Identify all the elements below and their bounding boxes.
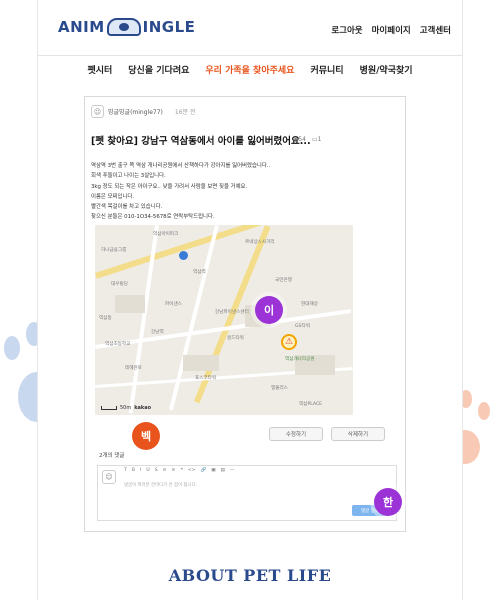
map-label: 골드타워 [227, 336, 244, 341]
map-label: 파이낸스 [165, 302, 182, 307]
map-label: 강남역 [151, 330, 164, 335]
table-icon[interactable]: ▤ [221, 468, 225, 473]
underline-icon[interactable]: U [146, 468, 149, 473]
nav-item-petsitter[interactable]: 펫시터 [87, 63, 112, 76]
post-body-line: 빨간색 목걸이를 차고 있습니다. [91, 204, 163, 211]
delete-button[interactable]: 삭제하기 [331, 427, 385, 441]
main-nav: 펫시터 당신을 기다려요 우리 가족을 찾아주세요 커뮤니티 병원/약국찾기 [37, 56, 463, 82]
italic-icon[interactable]: I [140, 468, 141, 473]
post-body-line: 역삼역 3번 출구 쪽 역삼 개나리공원에서 산책하다가 강아지를 잃어버렸습니… [91, 163, 271, 169]
scale-bar [101, 406, 117, 410]
logout-link[interactable]: 로그아웃 [331, 24, 362, 36]
comments-count: ▭1 [312, 136, 322, 143]
comment-editor[interactable]: ☺ T B I U S ≡ ≡ ❝ <> 🔗 ▣ ▤ — 댓글이 여러분 한마디… [97, 465, 397, 521]
map-block [115, 295, 145, 313]
post-body-line: 찾으신 분들은 010-1O34-5678로 연락부탁드립니다. [91, 214, 215, 221]
map-label: 대우빌딩 [111, 282, 128, 287]
mypage-link[interactable]: 마이페이지 [372, 24, 411, 36]
map-label: GS타워 [295, 324, 310, 329]
post-body-line: 회색 푸들이고 나이는 3살입니다. [91, 173, 166, 180]
post-stats: ◉54 ▭1 [293, 136, 321, 143]
author-avatar[interactable]: ☺ [91, 105, 104, 118]
bullet-list-icon[interactable]: ≡ [163, 468, 167, 473]
map-label: 역삼역 [193, 270, 206, 275]
bold-icon[interactable]: B [132, 468, 135, 473]
map-scale: 50m kakao [101, 405, 151, 411]
edit-button[interactable]: 수정하기 [269, 427, 323, 441]
map-label: 강남파이낸스센터 [215, 310, 249, 315]
quote-icon[interactable]: ❝ [180, 468, 182, 473]
map-provider: kakao [134, 405, 152, 411]
map-block [183, 355, 219, 371]
map-label: 엠플러스 [271, 386, 288, 391]
map-label: 역삼PLACE [299, 402, 323, 407]
post-time: 16분 전 [174, 109, 196, 116]
user-bubble-avatar[interactable]: 벡 [132, 422, 160, 450]
map-label: 현대해상 [301, 302, 318, 307]
map-label: 테헤란로 [125, 366, 142, 371]
strikethrough-icon[interactable]: S [155, 468, 158, 473]
map-label: 역삼아이파크 [153, 232, 179, 237]
numbered-list-icon[interactable]: ≡ [171, 468, 175, 473]
link-icon[interactable]: 🔗 [201, 468, 207, 473]
author-name[interactable]: 밍글밍글(mingle77) [108, 107, 163, 116]
site-logo[interactable]: ANIM INGLE [58, 18, 195, 36]
image-icon[interactable]: ▣ [211, 468, 215, 473]
nav-item-community[interactable]: 커뮤니티 [310, 63, 343, 76]
post-body: 역삼역 3번 출구 쪽 역삼 개나리공원에서 산책하다가 강아지를 잃어버렸습니… [91, 161, 270, 223]
site-header: ANIM INGLE 로그아웃 마이페이지 고객센터 [37, 0, 463, 56]
views-value: 54 [298, 136, 306, 143]
post-body-line: 이름은 모찌입니다. [91, 193, 135, 200]
post-body-line: 3kg 정도 되는 작은 아이구요.. 낯을 가려서 사람을 보면 짖을 거예요… [91, 183, 248, 190]
footer-title: ABOUT PET LIFE [168, 566, 332, 585]
nav-item-adoption[interactable]: 당신을 기다려요 [128, 63, 189, 76]
warning-pin-icon[interactable]: ⚠ [281, 334, 297, 350]
dog-logo-icon [106, 18, 141, 36]
location-map[interactable]: 역삼아이파크 르네상스사거리 하나금융그룹 대우빌딩 역삼역 강남파이낸스센터 … [95, 225, 353, 415]
comment-count: 2개의 댓글 [99, 453, 125, 459]
map-label: 역삼초등학교 [105, 342, 131, 347]
map-label: 국민은행 [275, 278, 292, 283]
post-card: ☺ 밍글밍글(mingle77) 16분 전 [펫 찾아요] 강남구 역삼동에서… [84, 96, 406, 532]
code-icon[interactable]: <> [188, 468, 196, 473]
support-link[interactable]: 고객센터 [420, 24, 451, 36]
text-style-icon[interactable]: T [124, 468, 127, 473]
map-road [128, 225, 159, 414]
comments-value: 1 [317, 136, 322, 143]
views-count: ◉54 [293, 136, 306, 143]
post-title: [펫 찾아요] 강남구 역삼동에서 아이를 잃어버렸어요... [91, 136, 311, 147]
logo-text-right: INGLE [142, 18, 196, 36]
editor-toolbar: T B I U S ≡ ≡ ❝ <> 🔗 ▣ ▤ — [124, 468, 235, 473]
logo-text-left: ANIM [58, 18, 105, 36]
map-label: 역삼동 [99, 316, 112, 321]
comment-placeholder[interactable]: 댓글이 여러분 한마디가 큰 힘이 됩니다. [124, 482, 197, 488]
account-links: 로그아웃 마이페이지 고객센터 [331, 24, 451, 36]
post-meta: ☺ 밍글밍글(mingle77) 16분 전 [91, 105, 195, 118]
user-bubble-avatar[interactable]: 한 [374, 488, 402, 516]
map-label: 포스코타워 [195, 376, 217, 381]
commenter-avatar: ☺ [102, 470, 116, 484]
map-label: 르네상스사거리 [245, 240, 275, 245]
user-bubble-avatar[interactable]: 이 [255, 296, 283, 324]
divider-icon[interactable]: — [230, 468, 235, 473]
subway-station-icon [179, 251, 188, 260]
pin-label: 역삼개나리공원 [285, 357, 315, 362]
map-label: 하나금융그룹 [101, 248, 127, 253]
map-road-major [95, 225, 343, 279]
nav-item-hospital-finder[interactable]: 병원/약국찾기 [360, 63, 413, 76]
scale-text: 50m [120, 405, 132, 411]
nav-item-lost-pets[interactable]: 우리 가족을 찾아주세요 [205, 63, 294, 76]
